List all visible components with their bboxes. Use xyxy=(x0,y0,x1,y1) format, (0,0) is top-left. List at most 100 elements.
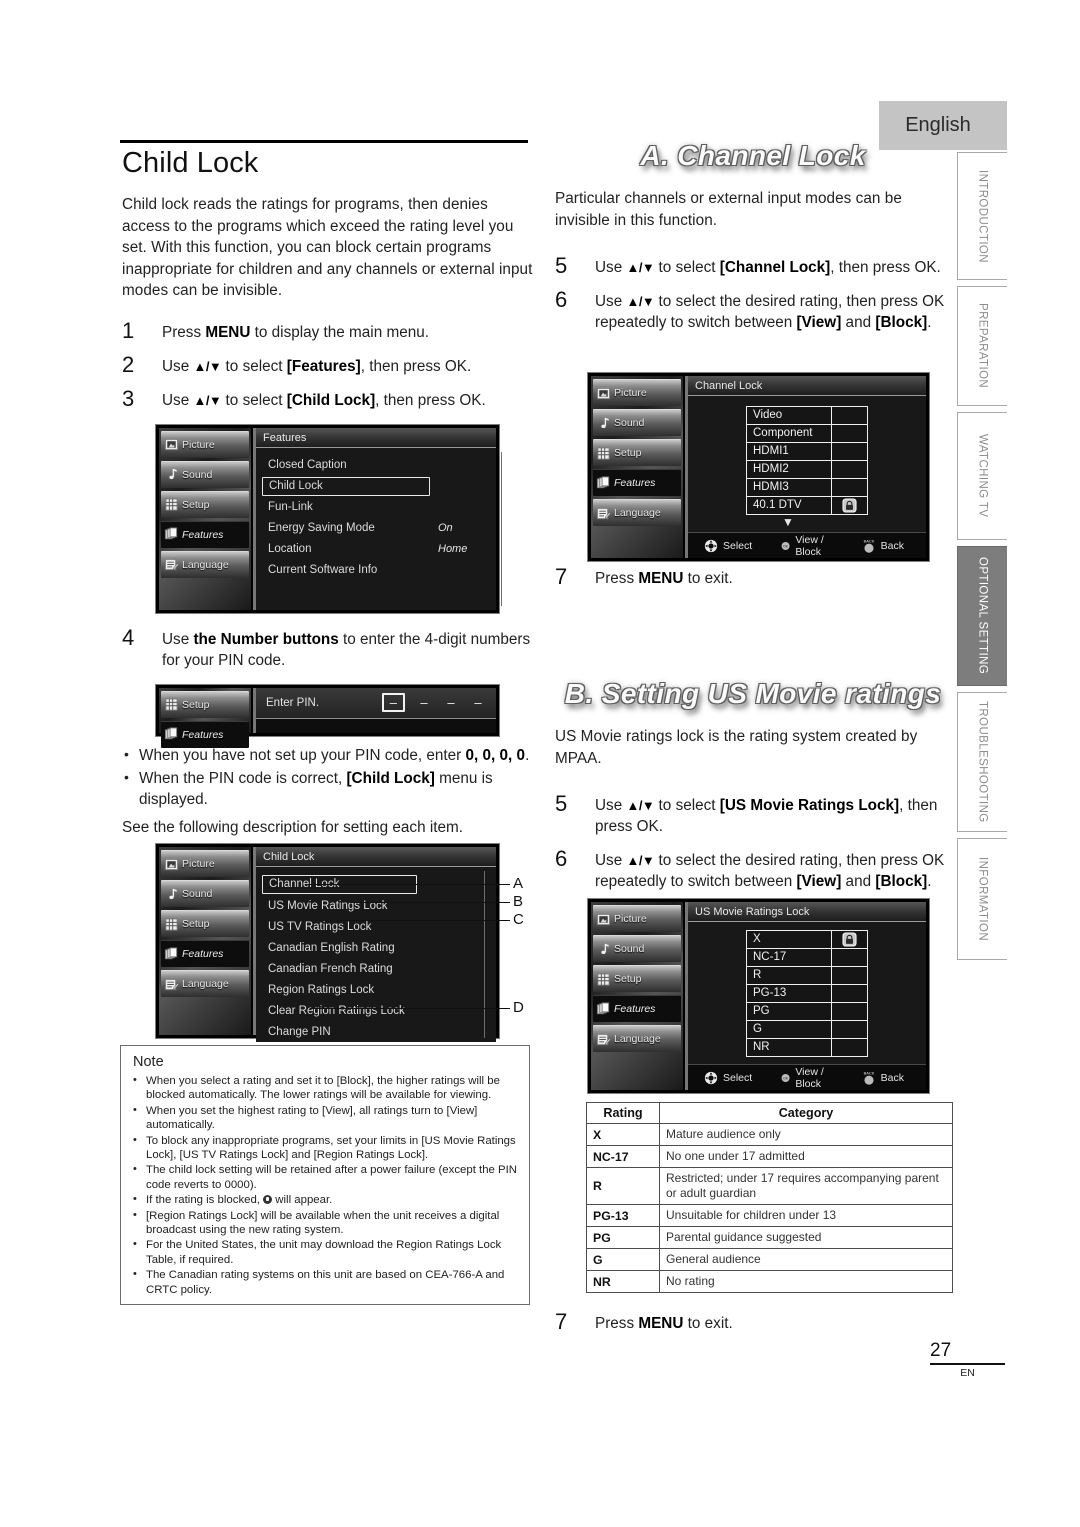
setup-icon xyxy=(165,917,178,931)
view-state-ref: [View] xyxy=(796,873,842,890)
menu-item-region-ratings-lock[interactable]: Region Ratings Lock xyxy=(256,979,496,1000)
sidebar-item-label: Setup xyxy=(182,918,210,930)
sidebar-item-label: Language xyxy=(182,558,229,571)
menu-item-location[interactable]: Location Home xyxy=(256,539,496,560)
pin-digit-1[interactable]: – xyxy=(381,693,405,712)
menu-key: MENU xyxy=(638,570,684,587)
sidebar-item-setup[interactable]: Setup xyxy=(161,690,249,718)
lock-state-box[interactable] xyxy=(832,966,868,985)
side-tab-introduction[interactable]: INTRODUCTION xyxy=(957,152,1007,280)
side-tab-label: OPTIONAL SETTING xyxy=(976,557,989,675)
channel-lock-row[interactable]: HDMI2 xyxy=(746,460,868,479)
movie-rating-row[interactable]: NC-17 xyxy=(746,948,868,967)
lock-state-box[interactable] xyxy=(832,930,868,949)
sidebar-item-setup[interactable]: Setup xyxy=(161,490,249,518)
sidebar-item-picture[interactable]: Picture xyxy=(161,430,249,458)
cell-category: General audience xyxy=(659,1248,953,1271)
sidebar-item-sound[interactable]: Sound xyxy=(593,409,681,436)
movie-rating-row[interactable]: G xyxy=(746,1020,868,1039)
channel-lock-row[interactable]: Component xyxy=(746,424,868,443)
step-text: Use ▲/▼ to select the desired rating, th… xyxy=(595,293,944,331)
note-box: Note When you select a rating and set it… xyxy=(120,1045,530,1305)
side-tab-information[interactable]: INFORMATION xyxy=(957,838,1007,960)
side-tab-preparation[interactable]: PREPARATION xyxy=(957,286,1007,406)
sidebar-item-picture[interactable]: Picture xyxy=(593,379,681,406)
sidebar-item-features[interactable]: Features xyxy=(593,995,681,1022)
sidebar-item-features[interactable]: Features xyxy=(161,720,249,748)
step-text-part: to exit. xyxy=(683,570,733,587)
channel-lock-row[interactable]: Video xyxy=(746,406,868,425)
sidebar-item-language[interactable]: Language xyxy=(161,550,249,578)
menu-item-fun-link[interactable]: Fun-Link xyxy=(256,497,496,518)
sidebar-item-picture[interactable]: Picture xyxy=(593,905,681,932)
sidebar-item-sound[interactable]: Sound xyxy=(161,460,249,488)
sidebar-item-setup[interactable]: Setup xyxy=(593,965,681,992)
side-tab-troubleshooting[interactable]: TROUBLESHOOTING xyxy=(957,692,1007,832)
lock-state-box[interactable] xyxy=(832,406,868,425)
cell-rating: R xyxy=(586,1167,660,1205)
hint-select: Select xyxy=(704,1071,752,1085)
lock-state-box[interactable] xyxy=(832,424,868,443)
movie-rating-row[interactable]: NR xyxy=(746,1038,868,1057)
menu-item-clear-region-ratings-lock[interactable]: Clear Region Ratings Lock xyxy=(256,1000,496,1021)
sidebar-item-setup[interactable]: Setup xyxy=(161,910,249,937)
movie-rating-row[interactable]: PG xyxy=(746,1002,868,1021)
side-tab-watching-tv[interactable]: WATCHING TV xyxy=(957,412,1007,540)
channel-lock-row[interactable]: HDMI3 xyxy=(746,478,868,497)
lock-state-box[interactable] xyxy=(832,1002,868,1021)
channel-lock-row[interactable]: 40.1 DTV xyxy=(746,496,868,515)
sidebar-item-setup[interactable]: Setup xyxy=(593,439,681,466)
sidebar-item-language[interactable]: Language xyxy=(161,970,249,997)
menu-item-canadian-english-rating[interactable]: Canadian English Rating xyxy=(256,937,496,958)
cell-category: Parental guidance suggested xyxy=(659,1226,953,1249)
sidebar-item-language[interactable]: Language xyxy=(593,1025,681,1052)
block-state-ref: [Block] xyxy=(875,314,928,331)
movie-rating-row[interactable]: PG-13 xyxy=(746,984,868,1003)
pin-digit-3[interactable]: – xyxy=(443,695,459,710)
side-tab-optional-setting[interactable]: OPTIONAL SETTING xyxy=(957,546,1007,686)
menu-title: Features xyxy=(256,427,496,448)
scroll-down-arrow-icon[interactable]: ▼ xyxy=(708,515,868,529)
channel-lock-row[interactable]: HDMI1 xyxy=(746,442,868,461)
pin-digit-2[interactable]: – xyxy=(416,695,432,710)
menu-item-label: Child Lock xyxy=(262,476,430,496)
step-3: 3 Use ▲/▼ to select [Child Lock], then p… xyxy=(120,386,535,411)
header-rating: Rating xyxy=(586,1102,660,1124)
movie-rating-row[interactable]: R xyxy=(746,966,868,985)
lock-state-box[interactable] xyxy=(832,496,868,515)
step-text-part: to select xyxy=(654,259,720,276)
lock-state-box[interactable] xyxy=(832,460,868,479)
lock-state-box[interactable] xyxy=(832,442,868,461)
menu-item-closed-caption[interactable]: Closed Caption xyxy=(256,455,496,476)
sidebar-item-language[interactable]: Language xyxy=(593,499,681,526)
pin-digit-group[interactable]: – – – – xyxy=(381,693,486,712)
updown-arrow-icon: ▲/▼ xyxy=(626,294,655,309)
menu-item-us-movie-ratings-lock[interactable]: US Movie Ratings Lock xyxy=(256,895,496,916)
lock-state-box[interactable] xyxy=(832,478,868,497)
menu-item-change-pin[interactable]: Change PIN xyxy=(256,1021,496,1042)
sidebar-item-features[interactable]: Features xyxy=(161,940,249,967)
page-number: 27 xyxy=(930,1340,1005,1365)
menu-item-canadian-french-rating[interactable]: Canadian French Rating xyxy=(256,958,496,979)
lock-state-box[interactable] xyxy=(832,984,868,1003)
step-text-part: , then press OK. xyxy=(830,259,941,276)
hint-back: BACK Back xyxy=(862,1070,904,1086)
movie-rating-row[interactable]: X xyxy=(746,930,868,949)
step-text-part: . xyxy=(927,314,932,331)
sidebar-item-features[interactable]: Features xyxy=(161,520,249,548)
menu-item-label: Canadian English Rating xyxy=(268,941,395,954)
sidebar-item-picture[interactable]: Picture xyxy=(161,850,249,877)
pin-digit-4[interactable]: – xyxy=(470,695,486,710)
lock-state-box[interactable] xyxy=(832,1020,868,1039)
sidebar-item-sound[interactable]: Sound xyxy=(593,935,681,962)
sidebar-item-sound[interactable]: Sound xyxy=(161,880,249,907)
view-state-ref: [View] xyxy=(796,314,842,331)
dpad-icon xyxy=(704,539,718,552)
menu-item-current-software-info[interactable]: Current Software Info xyxy=(256,560,496,581)
menu-item-energy-saving-mode[interactable]: Energy Saving Mode On xyxy=(256,518,496,539)
sidebar-item-features[interactable]: Features xyxy=(593,469,681,496)
lock-state-box[interactable] xyxy=(832,948,868,967)
lock-state-box[interactable] xyxy=(832,1038,868,1057)
hint-view-block: OK View / Block xyxy=(781,534,832,558)
menu-item-child-lock[interactable]: Child Lock xyxy=(256,476,496,497)
